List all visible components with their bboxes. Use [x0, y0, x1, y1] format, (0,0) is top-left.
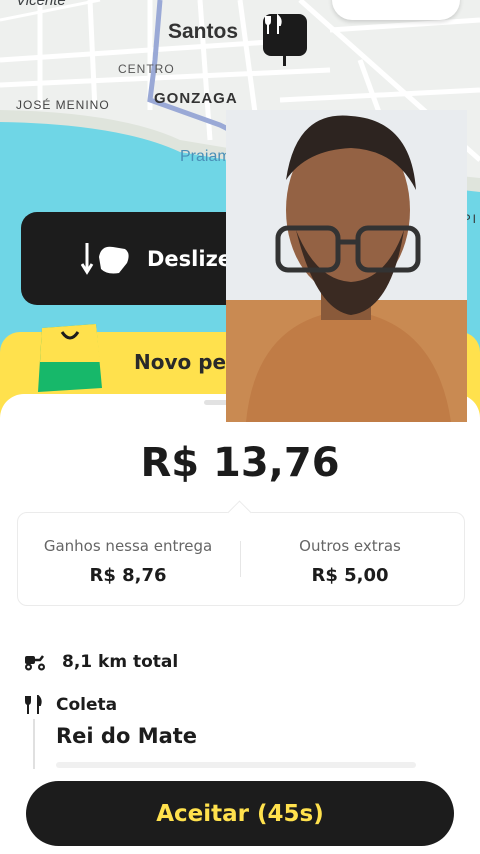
new-order-text: Novo pe [134, 350, 227, 374]
earnings-extras: Outros extras R$ 5,00 [240, 537, 460, 586]
distance-text: 8,1 km total [62, 652, 179, 672]
earnings-breakdown: Ganhos nessa entrega R$ 8,76 Outros extr… [17, 500, 465, 606]
earnings-delivery-value: R$ 8,76 [89, 565, 167, 586]
earnings-extras-value: R$ 5,00 [311, 565, 389, 586]
fork-knife-icon [25, 695, 42, 714]
distance-row: 8,1 km total [24, 652, 178, 672]
pickup-label: Coleta [56, 695, 118, 715]
top-card[interactable] [332, 0, 460, 20]
map-label-gonzaga: GONZAGA [154, 90, 238, 107]
map-label-centro: CENTRO [118, 62, 175, 76]
earnings-delivery: Ganhos nessa entrega R$ 8,76 [18, 537, 238, 586]
store-address-placeholder [56, 762, 416, 768]
fork-knife-icon [265, 14, 282, 34]
map-label-santos: Santos [168, 20, 239, 43]
person-video-image [226, 110, 467, 422]
earnings-extras-label: Outros extras [299, 537, 401, 555]
restaurant-pin[interactable] [263, 14, 307, 56]
offer-amount: R$ 13,76 [140, 440, 340, 486]
map-label-vicente: Vicente [16, 0, 66, 9]
earnings-notch [227, 500, 252, 525]
pickup-row: Coleta [24, 695, 117, 715]
motorcycle-icon [25, 655, 45, 671]
shopping-bag-icon [38, 324, 102, 392]
webcam-overlay [226, 110, 467, 422]
pin-tail [283, 54, 286, 66]
accept-button[interactable]: Aceitar (45s) [26, 781, 454, 846]
route-line [33, 719, 35, 769]
swipe-hand-icon [81, 242, 129, 275]
store-name: Rei do Mate [56, 724, 198, 748]
map-label-jose-menino: JOSÉ MENINO [16, 98, 110, 112]
earnings-delivery-label: Ganhos nessa entrega [43, 537, 213, 555]
